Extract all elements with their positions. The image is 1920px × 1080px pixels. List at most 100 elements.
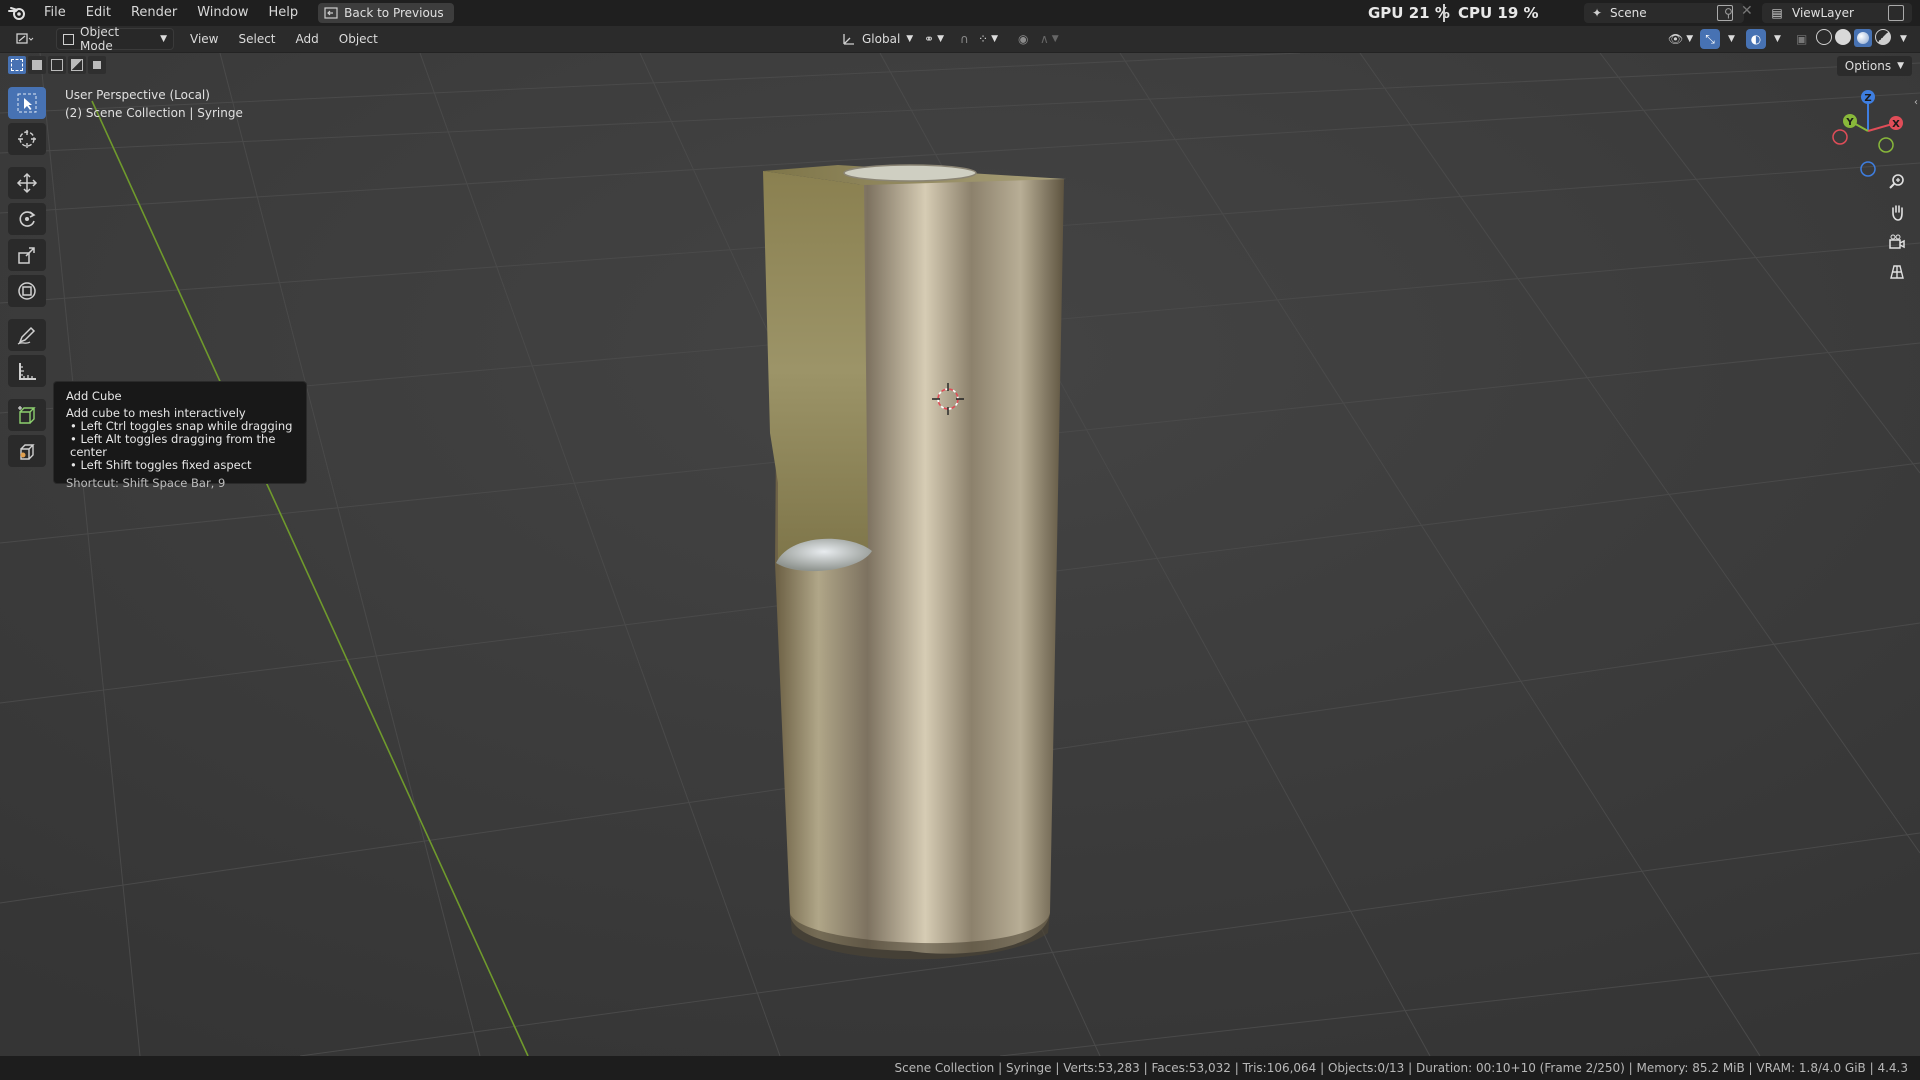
- pivot-point-dropdown[interactable]: ⚭ ▼: [918, 29, 950, 49]
- mode-dropdown[interactable]: Object Mode ▼: [56, 25, 174, 53]
- pan-hand-icon[interactable]: [1884, 199, 1910, 225]
- transform-orientation-dropdown[interactable]: Global ▼: [836, 29, 919, 49]
- remove-scene-icon[interactable]: ✕: [1741, 3, 1753, 19]
- tooltip-bullet: • Left Shift toggles fixed aspect: [70, 458, 252, 472]
- perspective-toggle-icon[interactable]: [1884, 259, 1910, 285]
- add-cube-tool[interactable]: [8, 399, 46, 431]
- options-dropdown[interactable]: Options ▼: [1836, 56, 1912, 76]
- pencil-icon: [17, 326, 36, 345]
- select-cursor-icon: [17, 93, 37, 113]
- gizmo-y-label: Y: [1845, 117, 1854, 128]
- navigation-gizmo[interactable]: Z X Y: [1828, 89, 1908, 179]
- new-scene-icon[interactable]: [1717, 5, 1733, 21]
- back-to-previous-button[interactable]: Back to Previous: [318, 3, 454, 23]
- 3d-viewport[interactable]: Options ▼ User Perspective (Local) (2) S…: [0, 53, 1920, 1056]
- move-arrows-icon: [16, 172, 38, 194]
- menu-render[interactable]: Render: [121, 0, 187, 26]
- add-object-tool[interactable]: [8, 435, 46, 467]
- cpu-readout: CPU 19 %: [1458, 0, 1539, 26]
- header-menu-add[interactable]: Add: [290, 29, 325, 49]
- orientation-label: Global: [862, 32, 901, 46]
- proportional-edit-toggle[interactable]: ◉: [1012, 29, 1034, 49]
- menu-file[interactable]: File: [34, 0, 76, 26]
- menu-help[interactable]: Help: [259, 0, 309, 26]
- select-box-tool[interactable]: [8, 87, 46, 119]
- options-label: Options: [1844, 59, 1892, 73]
- sidebar-toggle-icon[interactable]: ‹: [1914, 97, 1918, 108]
- header-menu-select[interactable]: Select: [232, 29, 281, 49]
- header-menu-view[interactable]: View: [184, 29, 224, 49]
- overlays-dropdown[interactable]: ▼: [1768, 29, 1787, 49]
- chevron-down-icon: ▼: [1897, 61, 1904, 71]
- gizmo-neg-y[interactable]: [1878, 137, 1894, 153]
- status-bar: Scene Collection | Syringe | Verts:53,28…: [0, 1056, 1920, 1080]
- select-new-icon[interactable]: [8, 56, 26, 74]
- gizmo-dropdown[interactable]: ▼: [1722, 29, 1741, 49]
- viewport-info: User Perspective (Local) (2) Scene Colle…: [65, 86, 243, 122]
- annotate-tool[interactable]: [8, 319, 46, 351]
- cursor-tool[interactable]: [8, 123, 46, 155]
- collection-info-label: (2) Scene Collection | Syringe: [65, 106, 243, 120]
- tooltip-bullet: • Left Alt toggles dragging from the cen…: [70, 432, 276, 459]
- rendered-shading-icon[interactable]: [1875, 29, 1891, 45]
- select-subtract-icon[interactable]: [48, 56, 66, 74]
- viewlayer-name: ViewLayer: [1792, 6, 1854, 20]
- eye-icon: 👁: [1668, 32, 1684, 46]
- menu-window[interactable]: Window: [187, 0, 258, 26]
- gizmo-toggle[interactable]: ⤡: [1700, 29, 1720, 49]
- chevron-down-icon: ▼: [160, 34, 167, 44]
- orientation-icon: [843, 34, 854, 45]
- chevron-down-icon: ▼: [1774, 34, 1781, 44]
- scale-tool[interactable]: [8, 239, 46, 271]
- editor-type-icon: [16, 33, 34, 44]
- material-shading-icon[interactable]: [1854, 29, 1872, 47]
- mode-label: Object Mode: [80, 25, 120, 53]
- perf-divider: [1443, 4, 1445, 22]
- viewlayer-icon: ▤: [1771, 6, 1783, 20]
- rotate-icon: [19, 211, 36, 227]
- snap-target-dropdown[interactable]: ⁘ ▼: [972, 29, 1004, 49]
- crosshair-cursor-icon: [18, 130, 36, 148]
- select-invert-icon[interactable]: [68, 56, 86, 74]
- blender-logo-icon[interactable]: [0, 0, 34, 26]
- xray-toggle[interactable]: ▣: [1790, 29, 1813, 49]
- wireframe-shading-icon[interactable]: [1816, 29, 1832, 45]
- back-icon: [324, 7, 338, 19]
- overlays-toggle[interactable]: ◐: [1746, 29, 1766, 49]
- select-extend-icon[interactable]: [28, 56, 46, 74]
- gpu-readout: GPU 21 %: [1368, 0, 1450, 26]
- camera-view-icon[interactable]: [1884, 229, 1910, 255]
- tooltip-shortcut: Shortcut: Shift Space Bar, 9: [66, 476, 226, 490]
- ruler-icon: [19, 363, 36, 380]
- add-cube-icon: [18, 406, 36, 424]
- gizmo-neg-z[interactable]: [1860, 161, 1876, 177]
- header-menu-object[interactable]: Object: [333, 29, 384, 49]
- syringe-object[interactable]: [763, 164, 1066, 960]
- rotate-tool[interactable]: [8, 203, 46, 235]
- pivot-icon: ⚭: [924, 32, 935, 46]
- menu-edit[interactable]: Edit: [76, 0, 121, 26]
- shading-dropdown[interactable]: ▼: [1894, 29, 1913, 49]
- editor-type-dropdown[interactable]: [10, 29, 50, 49]
- gpu-label: GPU: [1368, 4, 1404, 22]
- measure-tool[interactable]: [8, 355, 46, 387]
- chevron-down-icon: ▼: [906, 34, 914, 44]
- xray-icon: ▣: [1796, 32, 1808, 46]
- falloff-curve-icon: ∧: [1040, 32, 1049, 46]
- transform-tool[interactable]: [8, 275, 46, 307]
- add-cube-tooltip: Add Cube Add cube to mesh interactively …: [53, 381, 307, 490]
- solid-shading-icon[interactable]: [1835, 29, 1851, 45]
- move-tool[interactable]: [8, 167, 46, 199]
- viewport-scene: [0, 53, 1920, 1056]
- chevron-down-icon: ▼: [991, 34, 998, 44]
- falloff-dropdown[interactable]: ∧ ▼: [1034, 29, 1065, 49]
- gizmo-neg-x[interactable]: [1832, 129, 1848, 145]
- select-intersect-icon[interactable]: [88, 56, 106, 74]
- visibility-dropdown[interactable]: 👁 ▼: [1662, 29, 1699, 49]
- scale-icon: [18, 247, 35, 264]
- zoom-icon[interactable]: [1884, 169, 1910, 195]
- viewlayer-selector[interactable]: ▤ ViewLayer: [1762, 3, 1912, 23]
- chevron-down-icon: ▼: [937, 34, 944, 44]
- new-viewlayer-icon[interactable]: [1888, 5, 1904, 21]
- transform-icon: [18, 282, 36, 300]
